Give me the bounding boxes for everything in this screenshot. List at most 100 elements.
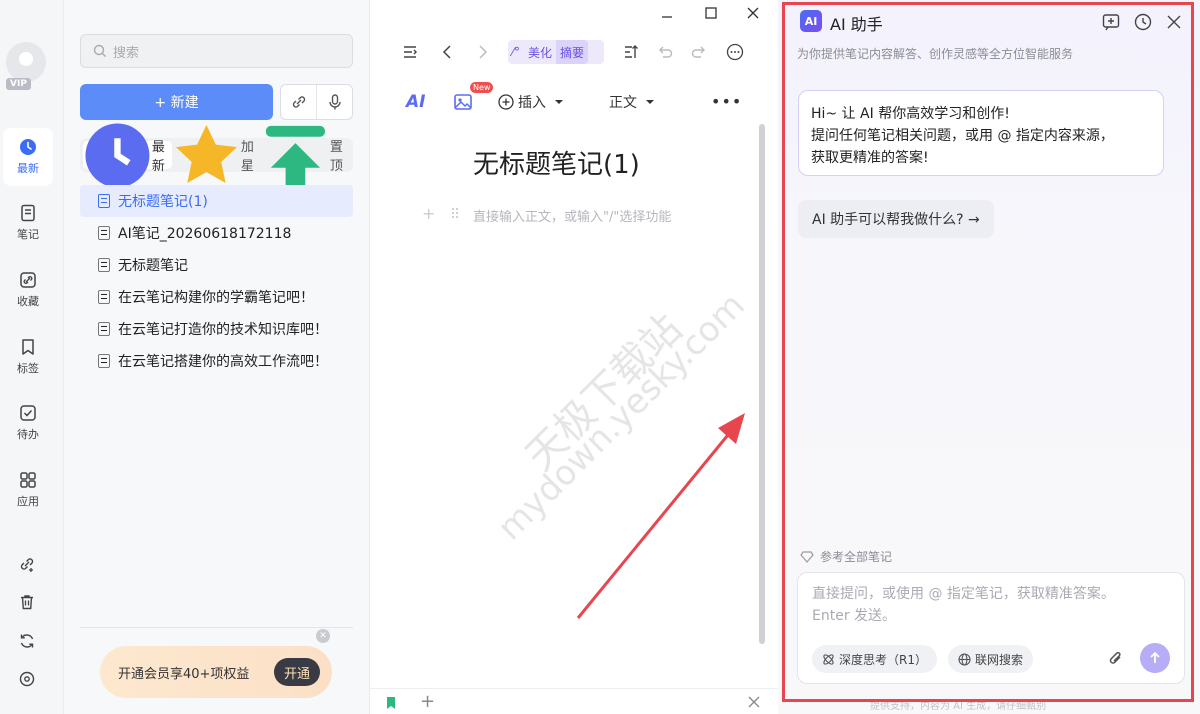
- maximize-icon[interactable]: [702, 4, 720, 22]
- clip-link-button[interactable]: [281, 85, 317, 119]
- add-block-icon[interactable]: +: [422, 204, 435, 223]
- rail-item-label: 笔记: [17, 228, 39, 241]
- bookmark-icon[interactable]: [386, 697, 396, 709]
- list-item[interactable]: 在云笔记打造你的技术知识库吧！: [80, 313, 353, 345]
- notes-list-panel: 搜索 + 新建 最新 加星 置顶 无标题笔记(1) AI笔记_202606181…: [64, 0, 370, 714]
- greeting-line: 提问任何笔记相关问题，或用 @ 指定内容来源，: [811, 128, 1114, 144]
- rail-item-notes[interactable]: 笔记: [3, 194, 53, 252]
- note-icon: [21, 204, 35, 222]
- document-icon: [98, 258, 110, 272]
- beautify-summary-toggle[interactable]: ⁄° 美化 摘要: [508, 40, 604, 64]
- list-item[interactable]: 在云笔记搭建你的高效工作流吧！: [80, 345, 353, 377]
- search-input[interactable]: 搜索: [80, 34, 353, 68]
- insert-label: 插入: [518, 95, 546, 111]
- document-icon: [98, 354, 110, 368]
- tab-pinned[interactable]: 置顶: [261, 125, 350, 187]
- search-icon: [93, 44, 106, 57]
- tab-starred[interactable]: 加星: [172, 124, 261, 183]
- sync-icon[interactable]: [18, 632, 36, 650]
- sort-icon[interactable]: [619, 40, 643, 64]
- rail-item-apps[interactable]: 应用: [3, 461, 53, 519]
- list-item[interactable]: 在云笔记构建你的学霸笔记吧！: [80, 281, 353, 313]
- drag-handle-icon[interactable]: [450, 206, 460, 220]
- ai-panel-subtitle: 为你提供笔记内容解答、创作灵感等全方位智能服务: [797, 47, 1074, 61]
- star-icon: [175, 124, 237, 183]
- ai-question-input[interactable]: 直接提问，或使用 @ 指定笔记，获取精准答案。Enter 发送。 深度思考（R1…: [797, 572, 1185, 684]
- back-icon[interactable]: [436, 40, 460, 64]
- rail-item-latest[interactable]: 最新: [3, 128, 53, 186]
- document-icon: [98, 226, 110, 240]
- note-title-heading[interactable]: 无标题笔记(1): [473, 144, 640, 181]
- link-icon: [20, 272, 36, 288]
- redo-icon[interactable]: [687, 40, 711, 64]
- deep-think-toggle[interactable]: 深度思考（R1）: [812, 645, 937, 673]
- tab-latest[interactable]: 最新: [83, 123, 172, 187]
- settings-icon[interactable]: [18, 670, 36, 688]
- checkbox-icon: [20, 405, 36, 421]
- tab-label: 置顶: [329, 140, 343, 174]
- list-item[interactable]: AI笔记_20260618172118: [80, 217, 353, 249]
- add-tag-icon[interactable]: +: [420, 691, 435, 712]
- microphone-icon: [328, 94, 341, 110]
- ai-write-button[interactable]: AI: [406, 92, 425, 112]
- history-icon[interactable]: [1133, 12, 1153, 32]
- left-rail: VIP 最新 笔记 收藏 标签 待办 应用: [0, 0, 64, 714]
- document-icon: [98, 322, 110, 336]
- minimize-icon[interactable]: [658, 4, 676, 22]
- editor-placeholder[interactable]: 直接输入正文，或输入"/"选择功能: [473, 206, 671, 225]
- rail-item-tags[interactable]: 标签: [3, 328, 53, 386]
- ai-greeting-card: Hi~ 让 AI 帮你高效学习和创作! 提问任何笔记相关问题，或用 @ 指定内容…: [798, 90, 1164, 176]
- input-placeholder: 直接提问，或使用 @ 指定笔记，获取精准答案。Enter 发送。: [812, 586, 1115, 624]
- ai-panel-title: AI 助手: [830, 15, 883, 34]
- scrollbar[interactable]: [759, 124, 765, 644]
- rail-item-label: 收藏: [17, 295, 39, 308]
- paragraph-style-dropdown[interactable]: 正文: [609, 92, 655, 112]
- clock-icon: [20, 139, 36, 155]
- summary-button[interactable]: 摘要: [556, 40, 589, 64]
- close-icon[interactable]: ✕: [316, 629, 330, 643]
- close-panel-icon[interactable]: [1164, 12, 1184, 32]
- tab-label: 加星: [240, 140, 254, 174]
- activate-vip-button[interactable]: 开通: [274, 658, 320, 686]
- close-window-icon[interactable]: [744, 4, 762, 22]
- chip-label: 深度思考（R1）: [839, 652, 927, 667]
- rail-item-favorites[interactable]: 收藏: [3, 261, 53, 319]
- insert-dropdown[interactable]: 插入: [498, 92, 564, 112]
- image-icon[interactable]: [453, 92, 473, 112]
- rail-item-label: 最新: [17, 162, 39, 175]
- trash-icon[interactable]: [18, 593, 36, 611]
- list-item[interactable]: 无标题笔记: [80, 249, 353, 281]
- vip-promo-banner[interactable]: 开通会员享40+项权益 开通: [100, 646, 332, 698]
- arrow-up-icon: [1150, 651, 1160, 663]
- close-icon[interactable]: [748, 696, 760, 708]
- more-options-icon[interactable]: [723, 40, 747, 64]
- web-search-toggle[interactable]: 联网搜索: [948, 645, 1034, 673]
- rail-item-todo[interactable]: 待办: [3, 394, 53, 452]
- voice-note-button[interactable]: [317, 85, 352, 119]
- promo-text: 开通会员享40+项权益: [118, 666, 250, 682]
- reference-label: 参考全部笔记: [820, 550, 893, 564]
- ai-logo-icon: AI: [800, 10, 822, 32]
- more-icon[interactable]: •••: [711, 92, 742, 111]
- chip-label: 联网搜索: [975, 652, 1024, 667]
- bookmark-icon: [22, 339, 34, 355]
- atom-icon: [823, 653, 834, 665]
- paperclip-icon[interactable]: [1106, 649, 1126, 669]
- new-chat-icon[interactable]: [1101, 12, 1121, 32]
- send-button[interactable]: [1140, 643, 1170, 673]
- avatar[interactable]: [6, 42, 46, 82]
- rail-item-label: 标签: [17, 362, 39, 375]
- new-note-button[interactable]: + 新建: [80, 84, 273, 120]
- undo-icon[interactable]: [653, 40, 677, 64]
- list-item[interactable]: 无标题笔记(1): [80, 185, 353, 217]
- new-badge: New: [470, 82, 494, 93]
- outline-toggle-icon[interactable]: [398, 40, 422, 64]
- beautify-button[interactable]: 美化: [524, 40, 556, 64]
- forward-icon[interactable]: [470, 40, 494, 64]
- style-label: 正文: [609, 95, 637, 111]
- document-icon: [98, 290, 110, 304]
- note-title: AI笔记_20260618172118: [118, 226, 292, 242]
- reference-scope[interactable]: 参考全部笔记: [800, 548, 892, 565]
- link-add-icon[interactable]: [18, 555, 36, 573]
- suggested-question[interactable]: AI 助手可以帮我做什么? →: [798, 200, 994, 238]
